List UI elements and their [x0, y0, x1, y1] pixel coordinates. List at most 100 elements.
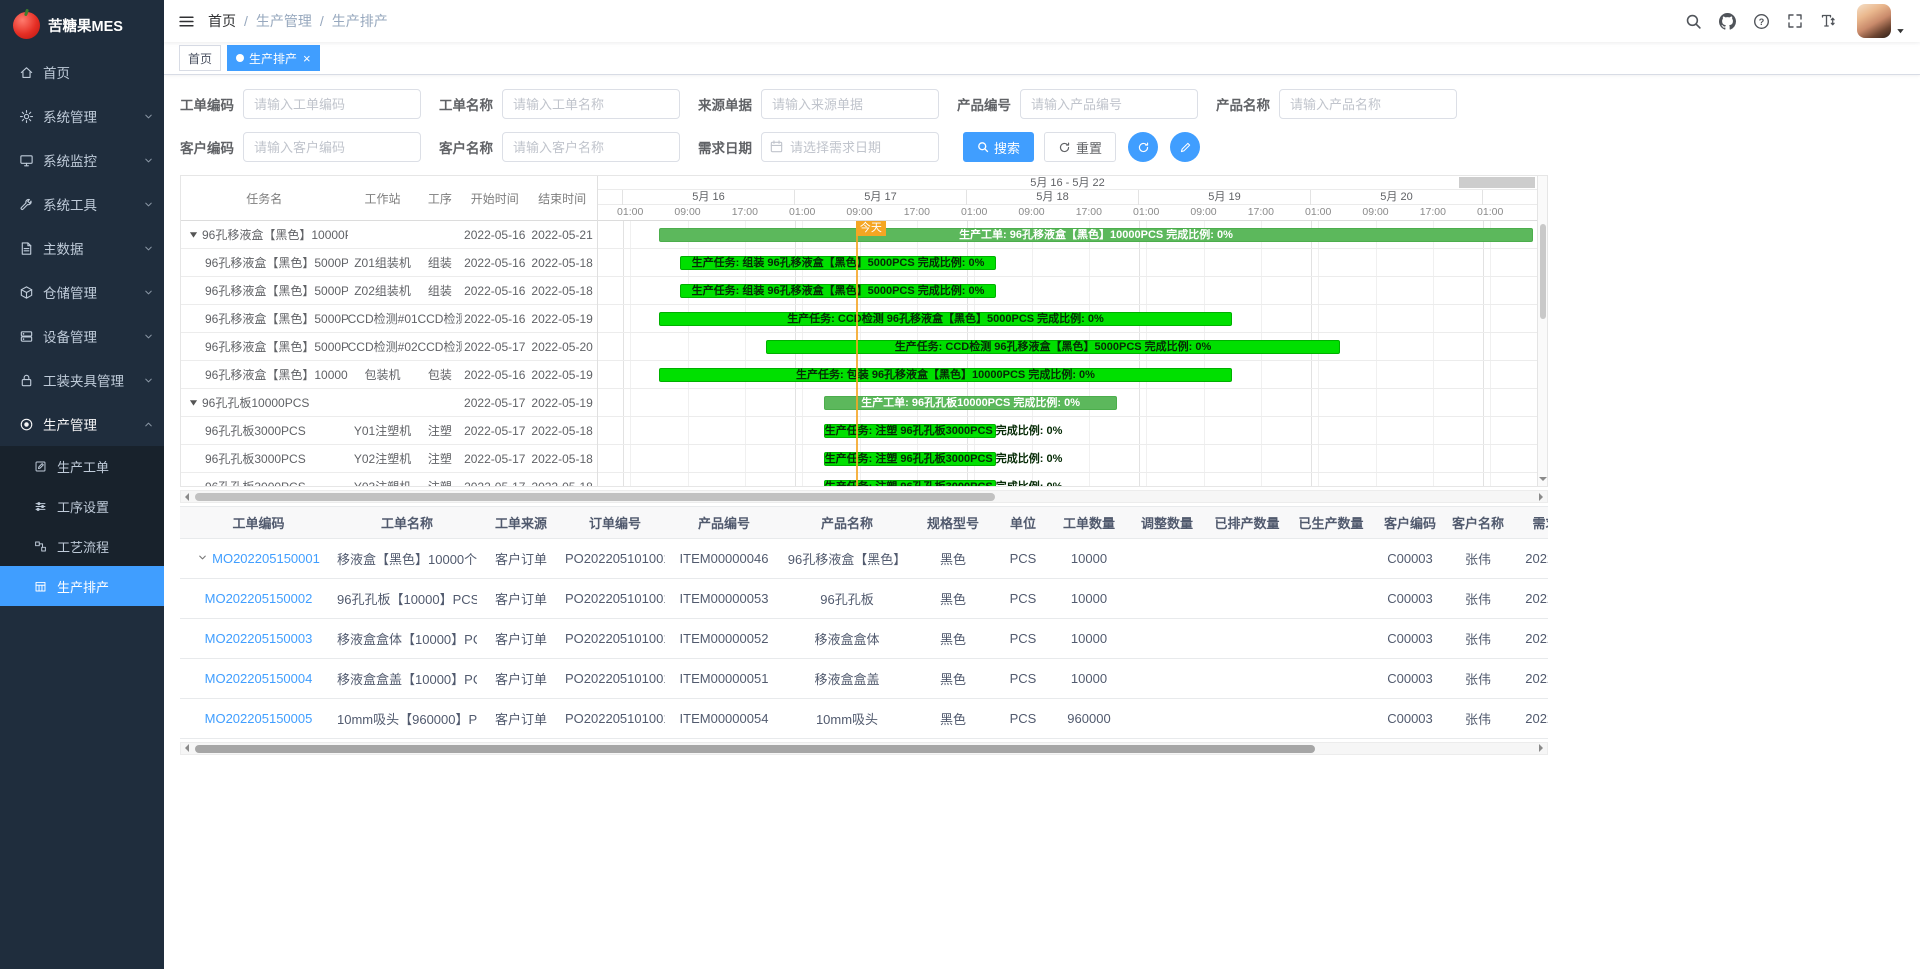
collapse-triangle-icon[interactable] [189, 398, 198, 407]
scroll-track[interactable] [193, 743, 1535, 754]
sidebar-item-7[interactable]: 工装夹具管理 [0, 358, 164, 402]
sidebar-item-8[interactable]: 生产管理 [0, 402, 164, 446]
user-avatar[interactable] [1857, 4, 1891, 38]
gantt-task-bar-5[interactable]: 生产任务: 包装 96孔移液盒【黑色】10000PCS 完成比例: 0% [659, 368, 1232, 382]
gantt-grid-row-4[interactable]: 96孔移液盒【黑色】5000PCS CCD检测#02 CCD检测 2022-05… [181, 333, 597, 361]
scroll-left-arrow[interactable] [181, 744, 193, 752]
gantt-grid-row-0[interactable]: 96孔移液盒【黑色】10000PCS 2022-05-16 2022-05-21 [181, 221, 597, 249]
cell-demand-date: 2022-05-20 [1511, 618, 1548, 658]
breadcrumb-item-0[interactable]: 首页 [208, 11, 236, 31]
gantt-timeline: 5月 16 - 5月 22 5月 165月 175月 185月 195月 20 … [598, 176, 1537, 486]
gantt-grid-row-5[interactable]: 96孔移液盒【黑色】10000PCS 包装机 包装 2022-05-16 202… [181, 361, 597, 389]
tab-0[interactable]: 首页 [179, 45, 221, 71]
gantt-horizontal-scrollbar[interactable] [180, 490, 1548, 503]
gantt-grid-row-3[interactable]: 96孔移液盒【黑色】5000PCS CCD检测#01 CCD检测 2022-05… [181, 305, 597, 333]
order-code-link[interactable]: MO202205150005 [205, 711, 313, 726]
help-icon[interactable]: ? [1753, 13, 1770, 30]
gantt-grid-row-1[interactable]: 96孔移液盒【黑色】5000PCS Z01组装机 组装 2022-05-16 2… [181, 249, 597, 277]
order-row-0[interactable]: MO202205150001移液盒【黑色】10000个客户订单PO2022051… [180, 538, 1548, 578]
order-row-3[interactable]: MO202205150004移液盒盒盖【10000】PCS客户订单PO20220… [180, 658, 1548, 698]
gantt-grid-row-2[interactable]: 96孔移液盒【黑色】5000PCS Z02组装机 组装 2022-05-16 2… [181, 277, 597, 305]
gantt-grid-row-6[interactable]: 96孔孔板10000PCS 2022-05-17 2022-05-19 [181, 389, 597, 417]
font-size-icon[interactable] [1820, 13, 1836, 30]
order-row-4[interactable]: MO20220515000510mm吸头【960000】PCS客户订单PO202… [180, 698, 1548, 738]
gantt-grid-row-9[interactable]: 96孔孔板3000PCS Y03注塑机 注塑 2022-05-17 2022-0… [181, 473, 597, 486]
cell-unit: PCS [995, 538, 1051, 578]
hamburger-icon[interactable] [178, 13, 195, 30]
gantt-grid-col-3: 开始时间 [462, 190, 527, 207]
app-logo[interactable]: 苦糖果MES [0, 0, 164, 50]
order-code-link[interactable]: MO202205150003 [205, 631, 313, 646]
gantt-task-bar-1[interactable]: 生产任务: 组装 96孔移液盒【黑色】5000PCS 完成比例: 0% [680, 256, 995, 270]
sidebar-item-0[interactable]: 首页 [0, 50, 164, 94]
sidebar-item-4[interactable]: 主数据 [0, 226, 164, 270]
sidebar-subitem-8-1[interactable]: 工序设置 [0, 486, 164, 526]
close-icon[interactable]: × [303, 52, 311, 65]
product-code-input[interactable] [1020, 89, 1198, 119]
gantt-grid-header: 任务名工作站工序开始时间结束时间 [181, 176, 597, 221]
gantt-task-bar-3[interactable]: 生产任务: CCD检测 96孔移液盒【黑色】5000PCS 完成比例: 0% [659, 312, 1232, 326]
sidebar-subitem-8-3[interactable]: 生产排产 [0, 566, 164, 606]
document-icon [19, 241, 34, 256]
warehouse-icon [19, 285, 34, 300]
scroll-right-arrow[interactable] [1535, 744, 1547, 752]
order-code-link[interactable]: MO202205150002 [205, 591, 313, 606]
source-doc-input[interactable] [761, 89, 939, 119]
search-icon [977, 141, 989, 153]
gantt-grid-row-8[interactable]: 96孔孔板3000PCS Y02注塑机 注塑 2022-05-17 2022-0… [181, 445, 597, 473]
sidebar-item-5[interactable]: 仓储管理 [0, 270, 164, 314]
customer-name-input[interactable] [502, 132, 680, 162]
gantt-vertical-scrollbar[interactable] [1537, 176, 1547, 486]
work-order-name-input[interactable] [502, 89, 680, 119]
gantt-workorder-bar-6[interactable]: 生产工单: 96孔孔板10000PCS 完成比例: 0% [824, 396, 1118, 410]
edit-circle-button[interactable] [1170, 132, 1200, 162]
refresh-circle-button[interactable] [1128, 132, 1158, 162]
scroll-left-arrow[interactable] [181, 493, 193, 501]
breadcrumb-item-2: 生产排产 [332, 11, 388, 31]
fullscreen-icon[interactable] [1787, 13, 1803, 30]
gantt-task-bar-8[interactable]: 生产任务: 注塑 96孔孔板3000PCS 完成比例: 0% [824, 452, 996, 466]
orders-table-wrap: 工单编码工单名称工单来源订单编号产品编号产品名称规格型号单位工单数量调整数量已排… [180, 506, 1548, 739]
sidebar-item-2[interactable]: 系统监控 [0, 138, 164, 182]
expand-chevron-icon[interactable] [197, 552, 208, 563]
gantt-workorder-bar-0[interactable]: 生产工单: 96孔移液盒【黑色】10000PCS 完成比例: 0% [659, 228, 1533, 242]
scroll-track[interactable] [193, 491, 1535, 502]
gantt-task-bar-2[interactable]: 生产任务: 组装 96孔移液盒【黑色】5000PCS 完成比例: 0% [680, 284, 995, 298]
cell-spec: 黑色 [911, 538, 995, 578]
gantt-grid-body: 96孔移液盒【黑色】10000PCS 2022-05-16 2022-05-21… [181, 221, 597, 486]
gantt-grid-row-7[interactable]: 96孔孔板3000PCS Y01注塑机 注塑 2022-05-17 2022-0… [181, 417, 597, 445]
sidebar-item-3[interactable]: 系统工具 [0, 182, 164, 226]
customer-code-input[interactable] [243, 132, 421, 162]
product-name-input[interactable] [1279, 89, 1457, 119]
order-code-link[interactable]: MO202205150004 [205, 671, 313, 686]
user-menu[interactable] [1857, 4, 1906, 38]
collapse-triangle-icon[interactable] [189, 230, 198, 239]
github-icon[interactable] [1719, 13, 1736, 30]
gantt-task-bar-9[interactable]: 生产任务: 注塑 96孔孔板3000PCS 完成比例: 0% [824, 480, 996, 486]
demand-date-input[interactable] [761, 132, 939, 162]
scroll-right-arrow[interactable] [1535, 493, 1547, 501]
order-row-2[interactable]: MO202205150003移液盒盒体【10000】PCS客户订单PO20220… [180, 618, 1548, 658]
order-code-link[interactable]: MO202205150001 [212, 551, 320, 566]
gantt-hour-tick: 01:00 [1126, 206, 1166, 218]
search-button[interactable]: 搜索 [963, 132, 1034, 162]
table-horizontal-scrollbar[interactable] [180, 742, 1548, 755]
filter-item-work-order-name: 工单名称 [439, 89, 680, 119]
scroll-thumb[interactable] [195, 493, 995, 501]
search-icon[interactable] [1685, 13, 1702, 30]
sidebar-item-1[interactable]: 系统管理 [0, 94, 164, 138]
scroll-down-arrow[interactable] [1539, 469, 1547, 484]
gantt-task-bar-4[interactable]: 生产任务: CCD检测 96孔移液盒【黑色】5000PCS 完成比例: 0% [766, 340, 1339, 354]
cell-scheduled-qty [1207, 578, 1287, 618]
work-order-code-input[interactable] [243, 89, 421, 119]
sidebar-item-6[interactable]: 设备管理 [0, 314, 164, 358]
gantt-task-bar-7[interactable]: 生产任务: 注塑 96孔孔板3000PCS 完成比例: 0% [824, 424, 996, 438]
scroll-thumb[interactable] [195, 745, 1315, 753]
order-row-1[interactable]: MO20220515000296孔孔板【10000】PCS客户订单PO20220… [180, 578, 1548, 618]
reset-button[interactable]: 重置 [1044, 132, 1116, 162]
sidebar-subitem-8-2[interactable]: 工艺流程 [0, 526, 164, 566]
sidebar-subitem-8-0[interactable]: 生产工单 [0, 446, 164, 486]
cell-produced-qty [1287, 658, 1375, 698]
tab-1[interactable]: 生产排产 × [227, 45, 320, 71]
vertical-scroll-thumb[interactable] [1540, 224, 1546, 319]
